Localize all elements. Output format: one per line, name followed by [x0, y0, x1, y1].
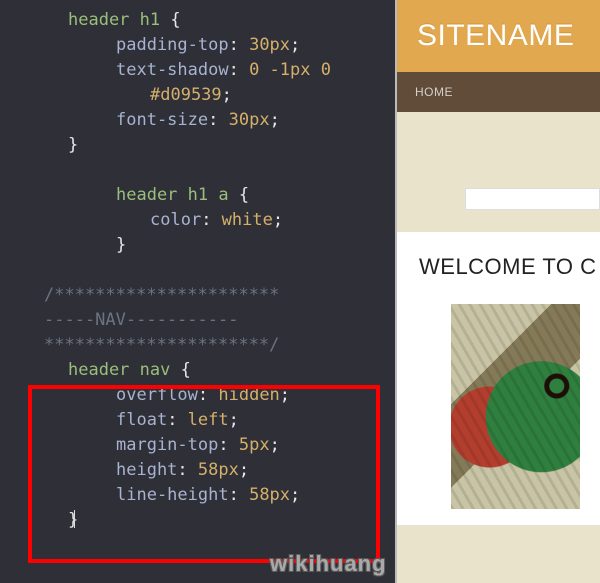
css-val: 58px — [198, 460, 239, 480]
css-prop: text-shadow — [116, 60, 229, 80]
site-header: SITENAME — [397, 0, 600, 72]
css-selector: header nav — [68, 360, 170, 380]
welcome-heading: WELCOME TO C — [419, 254, 590, 280]
css-prop: height — [116, 460, 177, 480]
hero-image — [441, 294, 590, 519]
code-editor[interactable]: header h1 { padding-top: 30px; text-shad… — [0, 0, 395, 583]
css-prop: overflow — [116, 385, 198, 405]
brace-close: } — [68, 135, 78, 155]
css-val: 58px — [249, 485, 290, 505]
content-block: WELCOME TO C — [397, 232, 600, 525]
css-selector: header h1 a — [116, 185, 229, 205]
search-input[interactable] — [465, 188, 600, 210]
spacer — [397, 112, 600, 232]
brace-close: } — [68, 510, 78, 530]
text-cursor — [74, 510, 75, 528]
css-val: hidden — [218, 385, 279, 405]
site-nav: HOME — [397, 72, 600, 112]
css-comment: -----NAV----------- — [44, 310, 238, 330]
css-val: white — [222, 210, 273, 230]
css-prop: color — [150, 210, 201, 230]
css-prop: padding-top — [116, 35, 229, 55]
brace-close: } — [116, 235, 126, 255]
css-comment: /********************** — [44, 285, 279, 305]
css-val: 0 -1px 0 — [249, 60, 331, 80]
css-val: left — [188, 410, 229, 430]
css-prop: font-size — [116, 110, 208, 130]
css-prop: line-height — [116, 485, 229, 505]
nav-item-home[interactable]: HOME — [415, 85, 453, 99]
css-prop: float — [116, 410, 167, 430]
site-title[interactable]: SITENAME — [417, 19, 574, 53]
css-val: 30px — [249, 35, 290, 55]
css-comment: **********************/ — [44, 335, 279, 355]
css-prop: margin-top — [116, 435, 218, 455]
css-val: 5px — [239, 435, 270, 455]
css-selector: header h1 — [68, 10, 160, 30]
css-val: #d09539 — [150, 85, 222, 105]
css-val: 30px — [229, 110, 270, 130]
site-preview: SITENAME HOME WELCOME TO C — [395, 0, 600, 583]
